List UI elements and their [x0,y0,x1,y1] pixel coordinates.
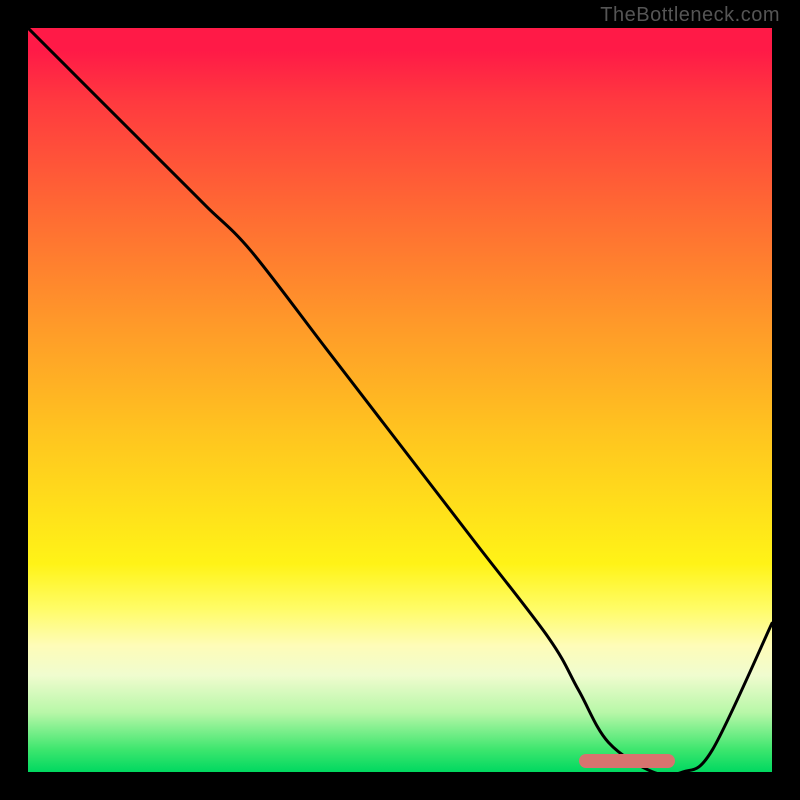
plot-area [28,28,772,772]
curve-path [28,28,772,772]
optimal-range-marker [579,754,676,768]
watermark-text: TheBottleneck.com [600,4,780,27]
bottleneck-curve [28,28,772,772]
chart-container: TheBottleneck.com [0,0,800,800]
